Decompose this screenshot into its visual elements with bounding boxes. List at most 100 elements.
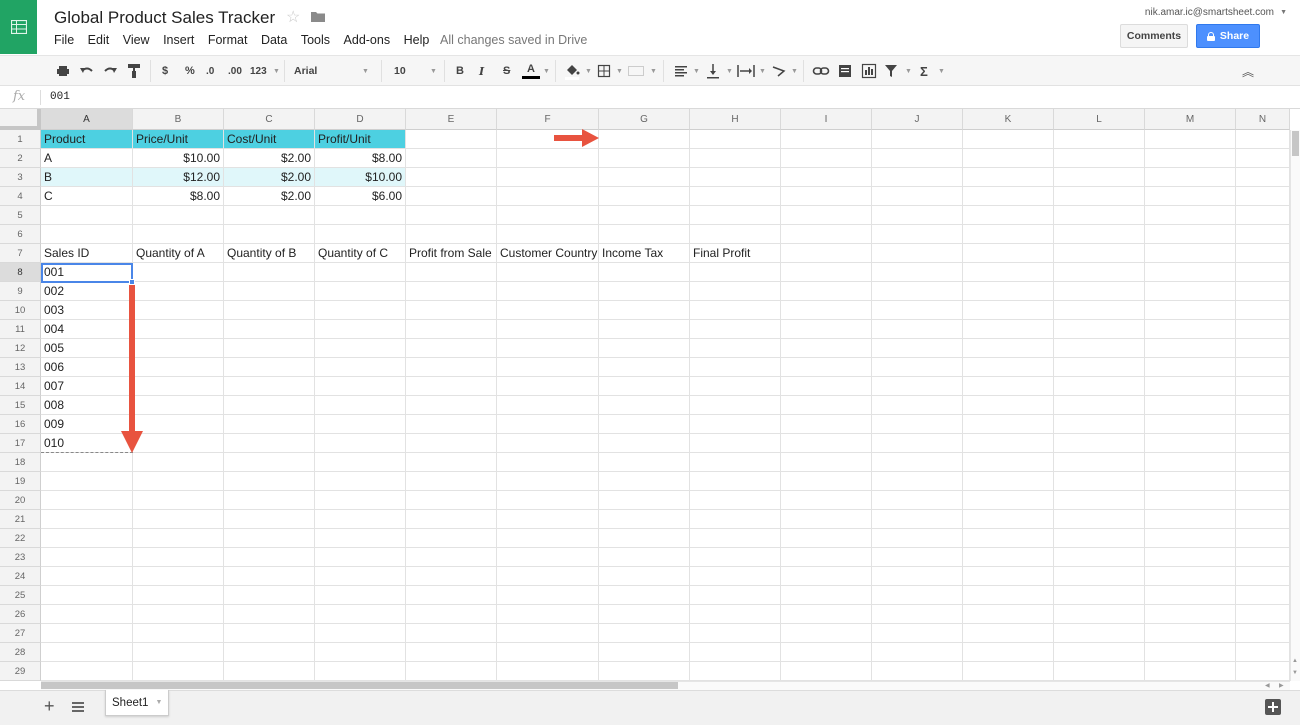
cell-e26[interactable] — [406, 605, 497, 624]
cell-f10[interactable] — [497, 301, 599, 320]
menu-tools[interactable]: Tools — [301, 33, 330, 47]
cell-l5[interactable] — [1054, 206, 1145, 225]
row-header-13[interactable]: 13 — [0, 358, 41, 377]
row-header-29[interactable]: 29 — [0, 662, 41, 681]
menu-addons[interactable]: Add-ons — [344, 33, 391, 47]
row-header-17[interactable]: 17 — [0, 434, 41, 453]
cell-d29[interactable] — [315, 662, 406, 681]
cell-e10[interactable] — [406, 301, 497, 320]
cell-a24[interactable] — [41, 567, 133, 586]
cell-h2[interactable] — [690, 149, 781, 168]
cell-j26[interactable] — [872, 605, 963, 624]
number-format-dropdown[interactable]: 123 — [250, 56, 267, 86]
row-header-24[interactable]: 24 — [0, 567, 41, 586]
wrap-caret-icon[interactable]: ▼ — [759, 56, 766, 86]
cell-k24[interactable] — [963, 567, 1054, 586]
cell-b19[interactable] — [133, 472, 224, 491]
cell-h11[interactable] — [690, 320, 781, 339]
cell-a7[interactable]: Sales ID — [41, 244, 133, 263]
cell-m27[interactable] — [1145, 624, 1236, 643]
increase-decimal-button[interactable]: .00 — [228, 56, 242, 86]
cell-e25[interactable] — [406, 586, 497, 605]
cell-m23[interactable] — [1145, 548, 1236, 567]
scroll-up-icon[interactable]: ▲ — [1292, 658, 1298, 664]
select-all-corner[interactable] — [0, 109, 41, 130]
cell-m25[interactable] — [1145, 586, 1236, 605]
cell-m10[interactable] — [1145, 301, 1236, 320]
cell-m1[interactable] — [1145, 130, 1236, 149]
cell-m14[interactable] — [1145, 377, 1236, 396]
cell-k5[interactable] — [963, 206, 1054, 225]
cell-j4[interactable] — [872, 187, 963, 206]
italic-button[interactable]: I — [479, 56, 484, 86]
cell-n7[interactable] — [1236, 244, 1290, 263]
cell-f11[interactable] — [497, 320, 599, 339]
cell-m2[interactable] — [1145, 149, 1236, 168]
cell-m28[interactable] — [1145, 643, 1236, 662]
cell-j9[interactable] — [872, 282, 963, 301]
cell-c4[interactable]: $2.00 — [224, 187, 315, 206]
column-header-b[interactable]: B — [133, 109, 224, 130]
row-header-16[interactable]: 16 — [0, 415, 41, 434]
cell-k4[interactable] — [963, 187, 1054, 206]
cell-f1[interactable] — [497, 130, 599, 149]
cell-i25[interactable] — [781, 586, 872, 605]
cell-e12[interactable] — [406, 339, 497, 358]
column-header-f[interactable]: F — [497, 109, 599, 130]
cell-k27[interactable] — [963, 624, 1054, 643]
insert-link-icon[interactable] — [812, 56, 830, 86]
cell-g14[interactable] — [599, 377, 690, 396]
cell-f21[interactable] — [497, 510, 599, 529]
cell-b10[interactable] — [133, 301, 224, 320]
borders-caret-icon[interactable]: ▼ — [616, 56, 623, 86]
cell-n18[interactable] — [1236, 453, 1290, 472]
cell-f16[interactable] — [497, 415, 599, 434]
cell-a5[interactable] — [41, 206, 133, 225]
cell-l26[interactable] — [1054, 605, 1145, 624]
cell-a13[interactable]: 006 — [41, 358, 133, 377]
column-header-l[interactable]: L — [1054, 109, 1145, 130]
row-header-3[interactable]: 3 — [0, 168, 41, 187]
cell-c2[interactable]: $2.00 — [224, 149, 315, 168]
add-sheet-icon[interactable]: + — [44, 696, 55, 717]
cell-d17[interactable] — [315, 434, 406, 453]
borders-icon[interactable] — [597, 56, 611, 86]
cell-l18[interactable] — [1054, 453, 1145, 472]
cell-n4[interactable] — [1236, 187, 1290, 206]
cell-f24[interactable] — [497, 567, 599, 586]
cell-h12[interactable] — [690, 339, 781, 358]
cell-a16[interactable]: 009 — [41, 415, 133, 434]
text-color-button[interactable]: A — [522, 56, 540, 86]
cell-c15[interactable] — [224, 396, 315, 415]
cell-m8[interactable] — [1145, 263, 1236, 282]
row-header-28[interactable]: 28 — [0, 643, 41, 662]
cell-g9[interactable] — [599, 282, 690, 301]
cell-f20[interactable] — [497, 491, 599, 510]
fill-handle[interactable] — [129, 279, 135, 285]
row-header-21[interactable]: 21 — [0, 510, 41, 529]
sheet-tab-caret-icon[interactable]: ▼ — [155, 699, 162, 706]
cell-k18[interactable] — [963, 453, 1054, 472]
cell-b21[interactable] — [133, 510, 224, 529]
cell-e16[interactable] — [406, 415, 497, 434]
cell-f6[interactable] — [497, 225, 599, 244]
cell-l6[interactable] — [1054, 225, 1145, 244]
cell-n19[interactable] — [1236, 472, 1290, 491]
cell-b3[interactable]: $12.00 — [133, 168, 224, 187]
cell-m7[interactable] — [1145, 244, 1236, 263]
cell-j12[interactable] — [872, 339, 963, 358]
menu-file[interactable]: File — [54, 33, 74, 47]
cell-e17[interactable] — [406, 434, 497, 453]
cell-h25[interactable] — [690, 586, 781, 605]
account-email[interactable]: nik.amar.ic@smartsheet.com — [1145, 7, 1274, 18]
cell-j16[interactable] — [872, 415, 963, 434]
cell-f18[interactable] — [497, 453, 599, 472]
row-header-26[interactable]: 26 — [0, 605, 41, 624]
cell-a29[interactable] — [41, 662, 133, 681]
folder-icon[interactable] — [311, 11, 325, 22]
cell-d19[interactable] — [315, 472, 406, 491]
cell-d5[interactable] — [315, 206, 406, 225]
cell-k26[interactable] — [963, 605, 1054, 624]
cell-g17[interactable] — [599, 434, 690, 453]
cell-a19[interactable] — [41, 472, 133, 491]
